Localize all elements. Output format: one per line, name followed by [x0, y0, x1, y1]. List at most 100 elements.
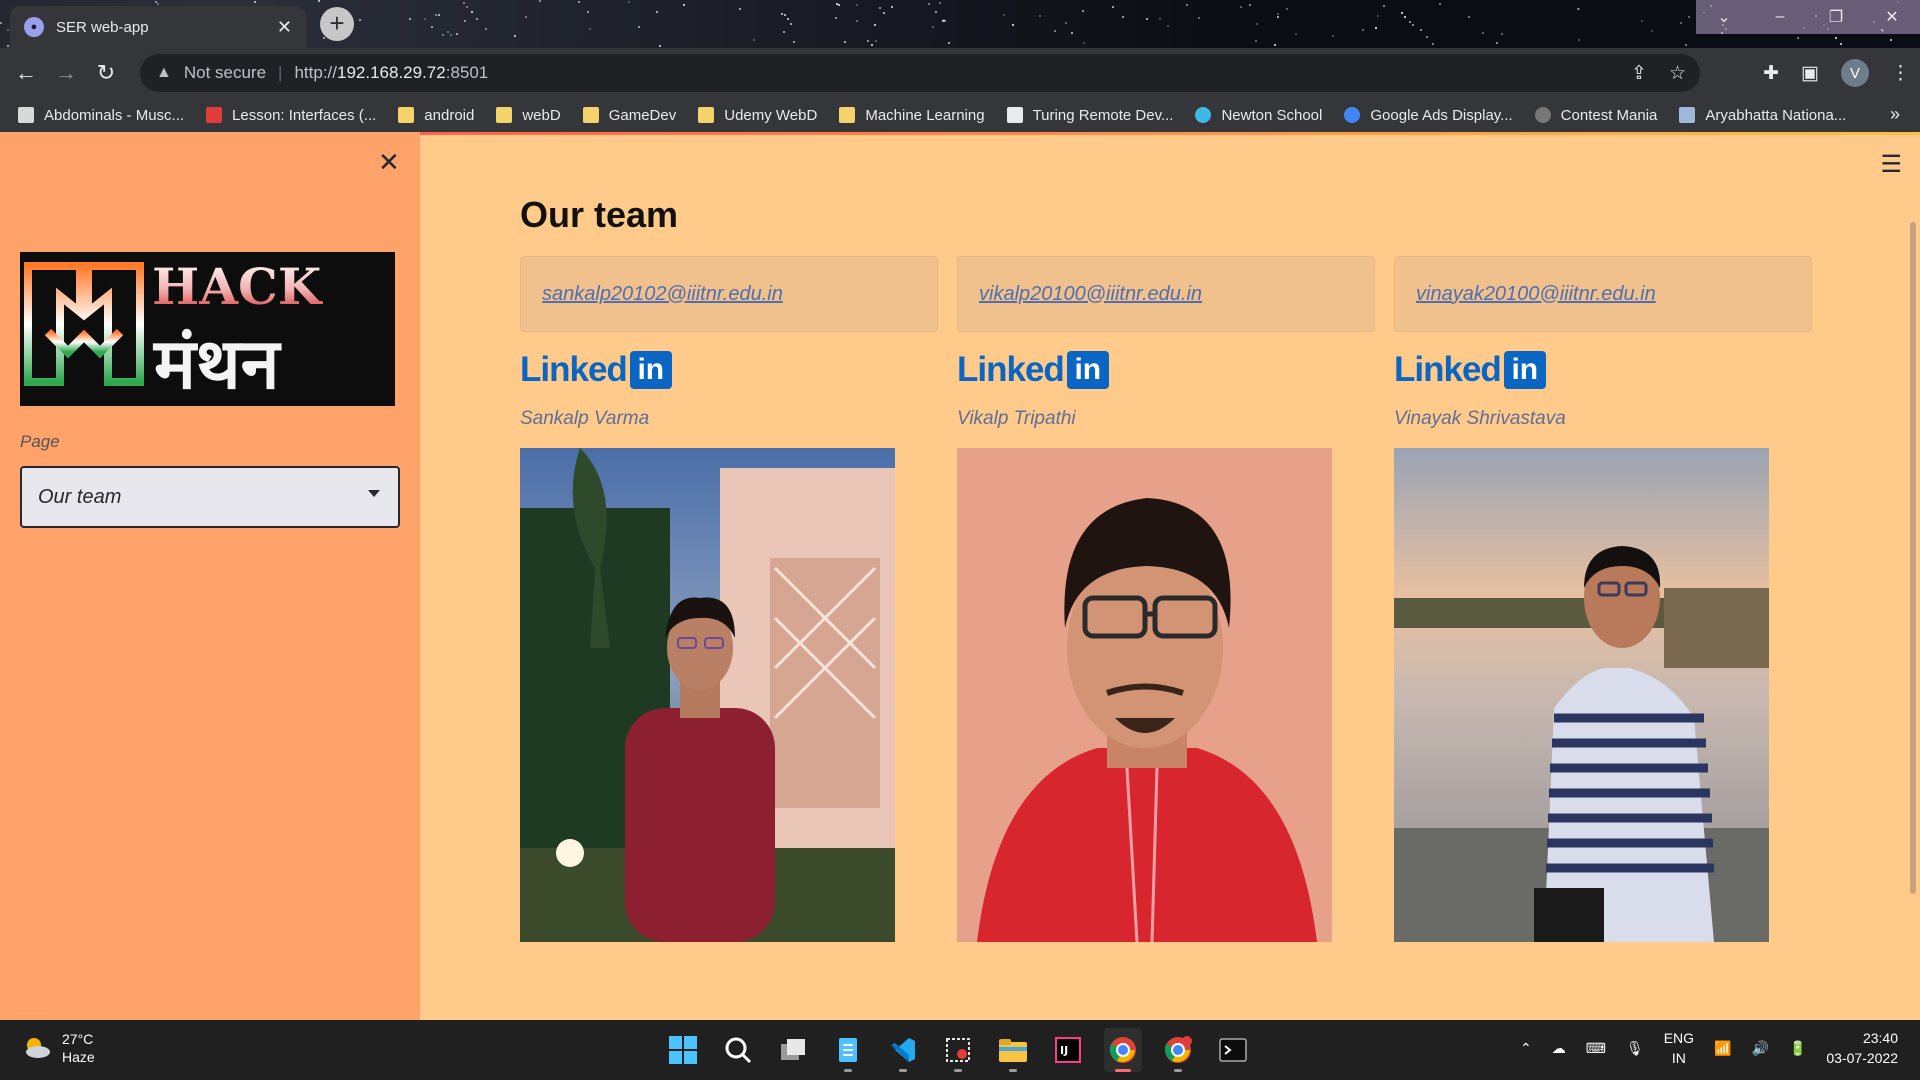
- close-window-button[interactable]: ✕: [1864, 0, 1920, 34]
- weather-condition: Haze: [62, 1049, 95, 1065]
- language-indicator[interactable]: ENG IN: [1664, 1028, 1694, 1068]
- bookmark-item[interactable]: GameDev: [582, 107, 676, 124]
- bookmark-item[interactable]: Abdominals - Musc...: [18, 107, 184, 124]
- keyboard-icon[interactable]: ⌨: [1586, 1040, 1606, 1057]
- weather-widget[interactable]: 27°C Haze: [22, 1030, 95, 1066]
- warning-icon[interactable]: ▲: [156, 64, 172, 82]
- svg-text:IJ: IJ: [1060, 1044, 1068, 1057]
- microphone-icon[interactable]: 🎙: [1626, 1040, 1644, 1057]
- clock-date: 03-07-2022: [1826, 1050, 1898, 1066]
- chrome-icon[interactable]: [1104, 1028, 1142, 1072]
- search-icon[interactable]: [719, 1028, 757, 1072]
- email-link[interactable]: sankalp20102@iiitnr.edu.in: [542, 283, 783, 306]
- battery-icon[interactable]: 🔋: [1789, 1040, 1806, 1057]
- bookmark-item[interactable]: Turing Remote Dev...: [1006, 107, 1173, 124]
- task-view-icon[interactable]: [774, 1028, 812, 1072]
- streamlit-chat-icon: ●: [24, 17, 44, 37]
- intellij-icon[interactable]: IJ: [1049, 1028, 1087, 1072]
- hamburger-menu-icon[interactable]: ☰: [1880, 150, 1902, 179]
- weather-temp: 27°C: [62, 1031, 94, 1047]
- caret-down-icon: [368, 490, 380, 497]
- bookmark-item[interactable]: Contest Mania: [1534, 107, 1657, 124]
- linkedin-logo[interactable]: Linked in: [1394, 350, 1812, 390]
- bookmark-item[interactable]: android: [398, 107, 474, 124]
- minimize-button[interactable]: –: [1752, 0, 1808, 34]
- windows-taskbar: 27°C Haze IJ ⌃ ☁ ⌨ 🎙 ENG IN 📶 🔊 🔋 23:40 …: [0, 1020, 1920, 1080]
- tab-search-icon[interactable]: ⌄: [1696, 0, 1752, 34]
- member-name: Sankalp Varma: [520, 408, 650, 429]
- volume-icon[interactable]: 🔊: [1752, 1040, 1769, 1057]
- email-box: vikalp20100@iiitnr.edu.in: [957, 256, 1375, 332]
- linkedin-logo[interactable]: Linked in: [957, 350, 1375, 390]
- email-link[interactable]: vikalp20100@iiitnr.edu.in: [979, 283, 1202, 306]
- bookmark-item[interactable]: Udemy WebD: [698, 107, 817, 124]
- member-photo: [1394, 448, 1769, 942]
- bookmarks-overflow-icon[interactable]: »: [1890, 104, 1900, 125]
- turing-icon: [1006, 107, 1023, 123]
- bookmark-star-icon[interactable]: ☆: [1669, 62, 1686, 85]
- linkedin-logo[interactable]: Linked in: [520, 350, 938, 390]
- reload-icon[interactable]: ↻: [86, 53, 126, 93]
- window-controls: ⌄ – ❐ ✕: [1696, 0, 1920, 34]
- close-sidebar-icon[interactable]: ✕: [378, 147, 400, 178]
- folder-icon: [398, 107, 415, 123]
- email-link[interactable]: vinayak20100@iiitnr.edu.in: [1416, 283, 1656, 306]
- tab-title: SER web-app: [56, 18, 149, 36]
- restore-button[interactable]: ❐: [1808, 0, 1864, 34]
- file-explorer-icon[interactable]: [994, 1028, 1032, 1072]
- url-bar[interactable]: ▲ Not secure | http:// 192.168.29.72 :85…: [140, 54, 1700, 92]
- not-secure-label[interactable]: Not secure: [184, 63, 266, 83]
- onedrive-icon[interactable]: ☁: [1552, 1040, 1566, 1057]
- member-photo: [957, 448, 1332, 942]
- share-icon[interactable]: ⇪: [1631, 62, 1647, 85]
- team-member-card: vinayak20100@iiitnr.edu.in Linked in Vin…: [1394, 256, 1812, 942]
- vscode-icon[interactable]: [884, 1028, 922, 1072]
- email-box: sankalp20102@iiitnr.edu.in: [520, 256, 938, 332]
- page-select-label: Page: [20, 432, 60, 451]
- snipping-tool-icon[interactable]: [939, 1028, 977, 1072]
- email-box: vinayak20100@iiitnr.edu.in: [1394, 256, 1812, 332]
- system-tray: ⌃ ☁ ⌨ 🎙 ENG IN 📶 🔊 🔋 23:40 03-07-2022: [1520, 1028, 1898, 1068]
- clock[interactable]: 23:40 03-07-2022: [1826, 1028, 1898, 1068]
- app-page: ✕ HACK मंथन Page Our team ☰ Our team san…: [0, 132, 1920, 1020]
- new-tab-button[interactable]: +: [320, 7, 354, 41]
- windows-start-icon[interactable]: [664, 1028, 702, 1072]
- close-tab-icon[interactable]: ✕: [277, 17, 292, 38]
- url-prefix: http://: [294, 63, 337, 82]
- bookmark-item[interactable]: Newton School: [1195, 107, 1322, 124]
- page-title: Our team: [520, 194, 679, 235]
- bookmarks-bar: Abdominals - Musc... Lesson: Interfaces (…: [0, 98, 1920, 132]
- code-icon: [1534, 107, 1551, 123]
- member-name: Vikalp Tripathi: [957, 408, 1076, 429]
- chevron-up-icon[interactable]: ⌃: [1520, 1040, 1532, 1057]
- bookmark-item[interactable]: Aryabhatta Nationa...: [1679, 107, 1846, 124]
- extensions-icon[interactable]: ✚: [1763, 62, 1779, 85]
- clock-time: 23:40: [1862, 1030, 1898, 1046]
- browser-tab-active[interactable]: ● SER web-app ✕: [10, 6, 306, 48]
- folder-icon: [496, 107, 513, 123]
- back-icon[interactable]: ←: [6, 53, 46, 93]
- url-host: 192.168.29.72: [337, 63, 446, 82]
- notepad-icon[interactable]: [829, 1028, 867, 1072]
- bookmark-item[interactable]: Google Ads Display...: [1344, 107, 1513, 124]
- wifi-icon[interactable]: 📶: [1714, 1040, 1731, 1057]
- kebab-menu-icon[interactable]: ⋮: [1891, 62, 1910, 85]
- weather-haze-icon: [22, 1035, 52, 1061]
- aryabhatta-icon: [1679, 107, 1696, 123]
- taskbar-pinned-apps: IJ: [664, 1028, 1252, 1072]
- member-photo: [520, 448, 895, 942]
- browser-tab-bar: ● SER web-app ✕ + ⌄ – ❐ ✕: [0, 0, 1920, 48]
- bookmark-item[interactable]: Machine Learning: [839, 107, 985, 124]
- terminal-icon[interactable]: [1214, 1028, 1252, 1072]
- bookmark-item[interactable]: webD: [496, 107, 561, 124]
- page-select[interactable]: Our team: [20, 466, 400, 528]
- team-member-card: vikalp20100@iiitnr.edu.in Linked in Vika…: [957, 256, 1375, 942]
- forward-icon[interactable]: →: [46, 53, 86, 93]
- page-scrollbar[interactable]: [1910, 222, 1916, 894]
- chrome-profile-icon[interactable]: [1159, 1028, 1197, 1072]
- side-panel-icon[interactable]: ▣: [1801, 62, 1819, 85]
- url-separator: |: [278, 63, 283, 82]
- profile-avatar[interactable]: V: [1841, 59, 1869, 87]
- bookmark-item[interactable]: Lesson: Interfaces (...: [206, 107, 376, 124]
- address-toolbar: ← → ↻ ▲ Not secure | http:// 192.168.29.…: [0, 48, 1920, 98]
